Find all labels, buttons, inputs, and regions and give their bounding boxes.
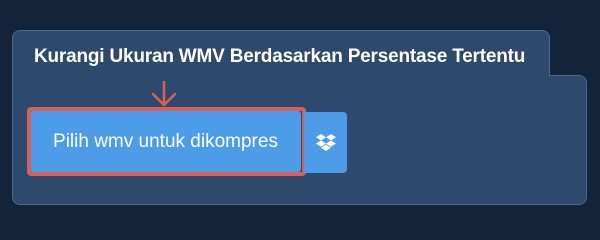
choose-file-button[interactable]: Pilih wmv untuk dikompres: [30, 111, 301, 172]
dropbox-icon: [315, 133, 336, 151]
down-arrow-icon: [151, 81, 177, 107]
dropbox-button[interactable]: [304, 112, 347, 173]
card-title: Kurangi Ukuran WMV Berdasarkan Persentas…: [34, 46, 526, 67]
